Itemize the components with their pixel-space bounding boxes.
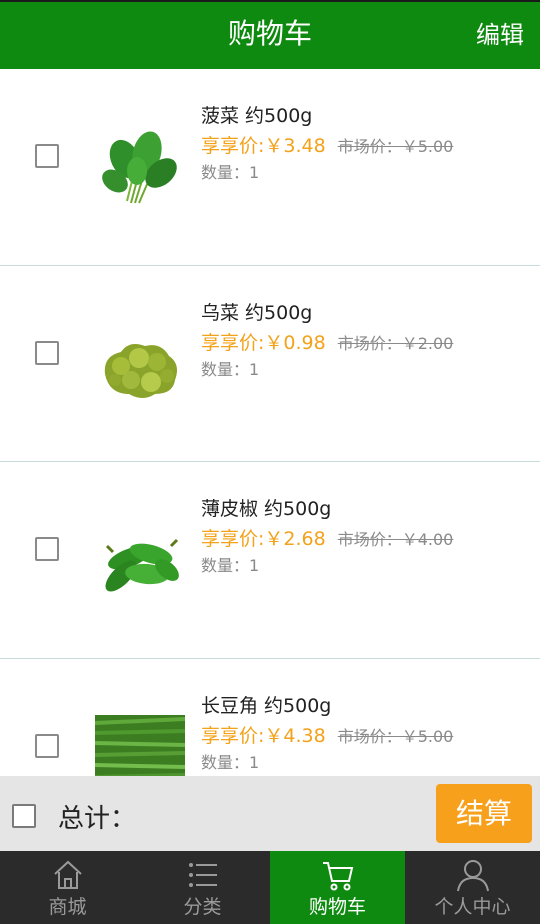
tab-cart[interactable]: 购物车 [270,851,405,924]
item-checkbox[interactable] [35,144,59,168]
cart-item[interactable]: 菠菜 约500g 享享价:￥3.48 市场价：￥5.00 数量：1 [0,69,540,266]
item-quantity: 数量：1 [201,752,260,772]
price-label: 享享价: [201,331,265,354]
header-bar: 购物车 编辑 [0,0,540,69]
list-icon [188,863,217,887]
tab-label: 购物车 [308,896,366,918]
spinach-image[interactable] [95,125,185,215]
user-icon [456,860,489,892]
market-price: 市场价：￥5.00 [337,726,454,746]
item-name: 菠菜 约500g [201,105,313,127]
market-price: 市场价：￥4.00 [337,530,454,549]
cart-list[interactable]: 菠菜 约500g 享享价:￥3.48 市场价：￥5.00 数量：1 乌菜 约500… [0,69,540,776]
bottom-tab-bar: 商城 分类 购物车 个人中心 [0,851,540,924]
cart-item[interactable]: 乌菜 约500g 享享价:￥0.98 市场价：￥2.00 数量：1 [0,265,540,462]
item-price: ￥0.98 [264,331,326,354]
item-price: ￥2.68 [264,528,326,550]
item-checkbox[interactable] [35,340,59,365]
item-name: 乌菜 约500g [201,301,313,324]
green-pepper-image[interactable] [95,518,185,608]
total-label: 总计： [58,804,137,834]
price-label: 享享价: [201,135,265,157]
tab-label: 分类 [183,896,222,918]
market-price: 市场价：￥2.00 [337,333,454,353]
home-icon [53,860,82,889]
market-price: 市场价：￥5.00 [337,137,454,156]
cart-item[interactable]: 长豆角 约500g 享享价:￥4.38 市场价：￥5.00 数量：1 [0,658,540,777]
item-price: ￥3.48 [264,135,326,157]
page-title: 购物车 [227,17,312,50]
price-label: 享享价: [201,528,265,550]
long-bean-image[interactable] [95,714,185,777]
broccoli-image[interactable] [95,322,185,412]
tab-label: 个人中心 [434,896,511,918]
item-quantity: 数量：1 [201,556,260,575]
edit-button[interactable]: 编辑 [476,18,524,52]
item-price: ￥4.38 [264,724,326,747]
price-label: 享享价: [201,724,265,747]
select-all-checkbox[interactable] [12,804,36,828]
tab-label: 商城 [48,896,87,918]
item-checkbox[interactable] [35,733,59,758]
checkout-button[interactable]: 结算 [436,784,532,843]
tab-profile[interactable]: 个人中心 [405,851,540,924]
item-checkbox[interactable] [35,537,59,561]
cart-summary-bar: 总计： 结算 [0,776,540,851]
item-name: 长豆角 约500g [201,694,332,717]
cart-item[interactable]: 薄皮椒 约500g 享享价:￥2.68 市场价：￥4.00 数量：1 [0,462,540,659]
tab-mall[interactable]: 商城 [0,851,135,924]
tab-category[interactable]: 分类 [135,851,270,924]
cart-icon [322,862,353,891]
item-name: 薄皮椒 约500g [201,498,332,520]
item-quantity: 数量：1 [201,163,260,182]
item-quantity: 数量：1 [201,359,260,379]
